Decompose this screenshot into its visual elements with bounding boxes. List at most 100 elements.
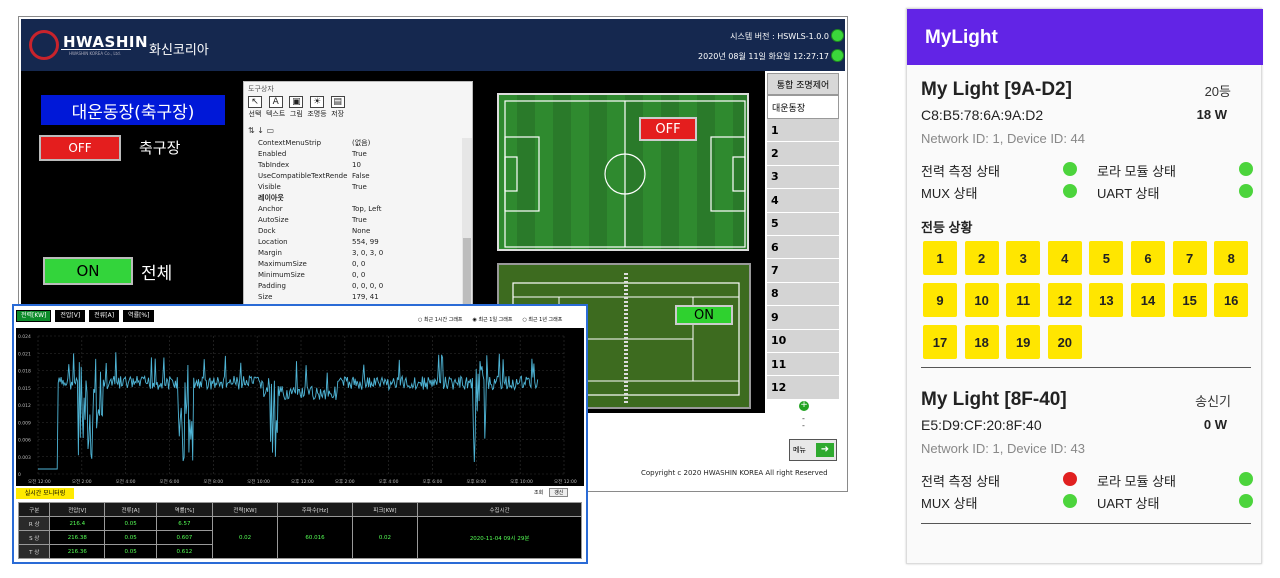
device-tag: 20등: [1204, 84, 1231, 99]
x-tick-label: 오후 8:00: [466, 479, 486, 485]
lamp-button[interactable]: 11: [1006, 283, 1041, 317]
zone-selected[interactable]: 대운동장: [767, 95, 839, 119]
property-row[interactable]: MinimumSize 0, 0: [244, 270, 460, 281]
lamp-button[interactable]: 18: [964, 325, 999, 359]
zone-item[interactable]: 6: [767, 235, 839, 260]
table-header: 전압[V]: [49, 502, 106, 517]
system-version: 시스템 버전 : HSWLS-1.0.0: [730, 32, 829, 41]
property-value: 0, 0, 0, 0: [352, 282, 384, 290]
table-header: 전류[A]: [104, 502, 158, 517]
menu-button[interactable]: 메뉴 ➜: [789, 439, 837, 461]
zone-item[interactable]: 2: [767, 142, 839, 166]
tool-button[interactable]: ▣ 그림: [289, 96, 304, 119]
lamp-button[interactable]: 2: [964, 241, 999, 275]
metric-tab[interactable]: 전력[KW]: [16, 310, 52, 322]
property-value: True: [352, 216, 367, 224]
range-radio[interactable]: ◉ 최근 1일 그래프: [473, 316, 513, 323]
zone-item[interactable]: 5: [767, 212, 839, 236]
lamp-button[interactable]: 8: [1214, 241, 1249, 275]
plus-icon[interactable]: +: [799, 401, 809, 411]
status-dot-icon: [1063, 162, 1077, 176]
lamp-button[interactable]: 9: [923, 283, 957, 317]
zone-item[interactable]: 7: [767, 259, 839, 283]
nav-dots-icon[interactable]: --: [802, 415, 805, 430]
radio-label: 최근 1시간 그래프: [423, 317, 463, 323]
phase-cell: S 상: [17, 530, 51, 545]
tool-label: 저장: [331, 110, 345, 118]
sort-icon[interactable]: ⇅ ↓ ▭: [248, 126, 274, 135]
status-dot-icon: [1063, 184, 1077, 198]
lamp-button[interactable]: 5: [1089, 241, 1124, 275]
zone-item[interactable]: 12: [767, 376, 839, 400]
status-label: 로라 모듈 상태: [1097, 164, 1176, 179]
tool-icon: ☀: [309, 96, 324, 108]
tool-label: 선택: [248, 110, 262, 118]
property-scrollbar[interactable]: [462, 138, 472, 314]
property-row[interactable]: ContextMenuStrip (없음): [244, 138, 460, 149]
x-tick-label: 오후 2:00: [335, 479, 355, 485]
lamp-button[interactable]: 1: [923, 241, 957, 275]
tool-button[interactable]: ☀ 조명등: [307, 96, 327, 119]
toolbox-panel: 도구상자 ↖ 선택 A 텍스트 ▣ 그림 ☀ 조명등 ▤ 저장 ⇅ ↓ ▭ ContextMenu…: [243, 81, 473, 314]
tool-button[interactable]: ▤ 저장: [330, 96, 345, 119]
lamp-button[interactable]: 19: [1006, 325, 1041, 359]
lamp-button[interactable]: 4: [1047, 241, 1082, 275]
lamp-button[interactable]: 17: [923, 325, 957, 359]
zone-item[interactable]: 10: [767, 329, 839, 353]
property-row[interactable]: TabIndex 10: [244, 160, 460, 171]
soccer-status-badge[interactable]: OFF: [639, 117, 697, 141]
metric-tab[interactable]: 전류[A]: [89, 310, 120, 322]
property-row[interactable]: Padding 0, 0, 0, 0: [244, 281, 460, 292]
y-tick-label: 0.012: [18, 403, 31, 409]
zone-item[interactable]: 11: [767, 352, 839, 377]
property-row[interactable]: MaximumSize 0, 0: [244, 259, 460, 270]
device-card[interactable]: My Light [8F-40] 송신기 E5:D9:CF:20:8F:40 0…: [921, 389, 1253, 519]
lamp-button[interactable]: 10: [964, 283, 999, 317]
lamp-button[interactable]: 7: [1172, 241, 1207, 275]
field-off-button[interactable]: OFF: [39, 135, 121, 161]
table-header: 전력[KW]: [211, 502, 279, 517]
device-card[interactable]: My Light [9A-D2] 20등 C8:B5:78:6A:9A:D2 1…: [921, 79, 1253, 369]
property-key: AutoSize: [258, 216, 289, 224]
property-row[interactable]: Visible True: [244, 182, 460, 193]
lamp-button[interactable]: 20: [1047, 325, 1082, 359]
metric-tab[interactable]: 역률[%]: [123, 310, 155, 322]
zone-item[interactable]: 1: [767, 119, 839, 143]
property-row[interactable]: UseCompatibleTextRende False: [244, 171, 460, 182]
lamp-button[interactable]: 14: [1131, 283, 1165, 317]
tool-button[interactable]: A 텍스트: [266, 96, 285, 119]
property-row[interactable]: Anchor Top, Left: [244, 204, 460, 215]
scroll-thumb[interactable]: [463, 238, 471, 308]
property-row[interactable]: Margin 3, 0, 3, 0: [244, 248, 460, 259]
device-power: 0 W: [1203, 417, 1227, 432]
property-row[interactable]: Dock None: [244, 226, 460, 237]
range-radio[interactable]: ○ 최근 1시간 그래프: [418, 316, 463, 323]
refresh-button[interactable]: 갱신: [549, 488, 569, 497]
lamp-button[interactable]: 15: [1172, 283, 1207, 317]
device-network: Network ID: 1, Device ID: 44: [921, 131, 1085, 146]
tool-button[interactable]: ↖ 선택: [248, 96, 262, 119]
tool-icon: A: [268, 96, 283, 108]
lamp-button[interactable]: 16: [1214, 283, 1249, 317]
zone-list-header[interactable]: 통합 조명제어: [767, 73, 839, 95]
voltage-cell: 216.36: [49, 544, 106, 559]
lamp-button[interactable]: 13: [1089, 283, 1124, 317]
property-row[interactable]: AutoSize True: [244, 215, 460, 226]
zone-item[interactable]: 8: [767, 282, 839, 307]
soccer-field[interactable]: OFF: [497, 93, 749, 251]
zone-item[interactable]: 4: [767, 189, 839, 213]
range-radio[interactable]: ○ 최근 1년 그래프: [522, 316, 562, 323]
property-row[interactable]: 레이아웃: [244, 193, 460, 204]
zone-item[interactable]: 9: [767, 306, 839, 330]
metric-tab[interactable]: 전압[V]: [55, 310, 86, 322]
lamp-button[interactable]: 3: [1006, 241, 1041, 275]
lamp-button[interactable]: 6: [1131, 241, 1165, 275]
zone-item[interactable]: 3: [767, 165, 839, 190]
property-row[interactable]: Size 179, 41: [244, 292, 460, 303]
property-row[interactable]: Location 554, 99: [244, 237, 460, 248]
all-on-button[interactable]: ON: [43, 257, 133, 285]
property-row[interactable]: Enabled True: [244, 149, 460, 160]
lamp-button[interactable]: 12: [1047, 283, 1082, 317]
phone-screen: MyLight My Light [9A-D2] 20등 C8:B5:78:6A…: [906, 8, 1263, 564]
tennis-status-badge[interactable]: ON: [675, 305, 733, 325]
